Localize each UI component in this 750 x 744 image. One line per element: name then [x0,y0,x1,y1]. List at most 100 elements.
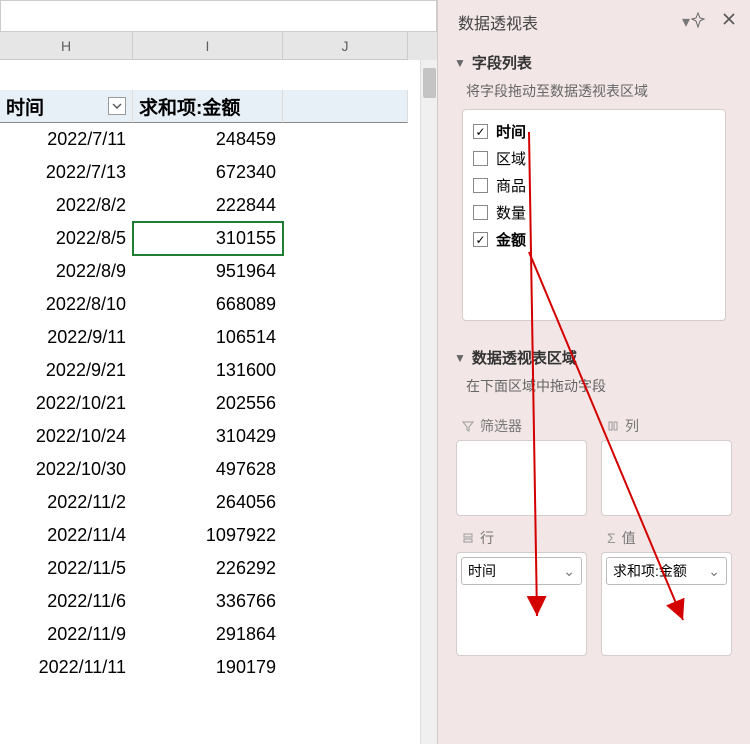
caret-down-icon: ▼ [454,56,466,70]
cell-value[interactable]: 106514 [133,321,283,354]
table-row[interactable]: 2022/11/2264056 [0,486,437,519]
value-chip[interactable]: 求和项:金额 ⌄ [606,557,727,585]
table-row[interactable]: 2022/10/24310429 [0,420,437,453]
panel-header: 数据透视表 ▾ [438,0,750,44]
checkbox-box[interactable]: ✓ [473,232,488,247]
cell-time[interactable]: 2022/9/11 [0,321,133,354]
cell-time[interactable]: 2022/10/24 [0,420,133,453]
cell-time[interactable]: 2022/10/21 [0,387,133,420]
field-checkbox[interactable]: ✓金额 [473,226,715,253]
checkbox-box[interactable] [473,151,488,166]
cell-time[interactable]: 2022/11/5 [0,552,133,585]
pivot-grid[interactable]: 时间 求和项:金额 2022/7/112484592022/7/13672340… [0,60,437,744]
cell-value[interactable]: 202556 [133,387,283,420]
cell-time[interactable]: 2022/9/21 [0,354,133,387]
table-row[interactable]: 2022/10/30497628 [0,453,437,486]
pivot-header-time[interactable]: 时间 [0,90,133,123]
table-row[interactable]: 2022/11/11190179 [0,651,437,684]
pivot-header-time-label: 时间 [6,93,44,120]
pivot-areas-section[interactable]: ▼ 数据透视表区域 [438,339,750,372]
field-checkbox[interactable]: ✓时间 [473,118,715,145]
col-header-i[interactable]: I [133,32,283,60]
table-row[interactable]: 2022/9/21131600 [0,354,437,387]
cell-value[interactable]: 672340 [133,156,283,189]
filter-dropdown-icon[interactable] [108,97,126,115]
cell-time[interactable]: 2022/8/10 [0,288,133,321]
checkbox-box[interactable]: ✓ [473,124,488,139]
table-row[interactable]: 2022/7/11248459 [0,123,437,156]
table-row[interactable]: 2022/11/5226292 [0,552,437,585]
table-row[interactable]: 2022/11/6336766 [0,585,437,618]
cell-value[interactable]: 190179 [133,651,283,684]
table-row[interactable]: 2022/9/11106514 [0,321,437,354]
column-headers: H I J [0,32,437,60]
cell-time[interactable]: 2022/11/2 [0,486,133,519]
col-header-h[interactable]: H [0,32,133,60]
field-checkbox[interactable]: 数量 [473,199,715,226]
cell-value[interactable]: 264056 [133,486,283,519]
chevron-down-icon[interactable]: ⌄ [708,563,720,580]
cell-value[interactable]: 222844 [133,189,283,222]
cell-value[interactable]: 248459 [133,123,283,156]
table-row[interactable]: 2022/7/13672340 [0,156,437,189]
checkbox-box[interactable] [473,205,488,220]
pivot-header-value-label: 求和项:金额 [139,93,240,120]
cell-value[interactable]: 497628 [133,453,283,486]
cell-time[interactable]: 2022/11/4 [0,519,133,552]
field-list-box[interactable]: ✓时间区域商品数量 ✓金额 [462,109,726,321]
table-row[interactable]: 2022/10/21202556 [0,387,437,420]
cell-time[interactable]: 2022/8/2 [0,189,133,222]
pivot-panel: 数据透视表 ▾ ▼ 字段列表 将字段拖动至数据透视表区域 ✓时间区域商品数量✓金… [437,0,750,744]
row-chip-label: 时间 [468,561,496,581]
caret-down-icon: ▼ [454,351,466,365]
cell-value[interactable]: 951964 [133,255,283,288]
table-row[interactable]: 2022/11/9291864 [0,618,437,651]
cell-value[interactable]: 310155 [133,222,283,255]
cell-value[interactable]: 336766 [133,585,283,618]
pivot-areas-hint: 在下面区域中拖动字段 [438,372,750,404]
col-header-j[interactable]: J [283,32,408,60]
value-chip-label: 求和项:金额 [613,561,687,581]
cell-value[interactable]: 131600 [133,354,283,387]
formula-bar[interactable] [0,0,437,32]
area-column-label: 列 [601,412,732,440]
table-row[interactable]: 2022/11/41097922 [0,519,437,552]
cell-time[interactable]: 2022/10/30 [0,453,133,486]
cell-time[interactable]: 2022/8/9 [0,255,133,288]
area-value-box[interactable]: 求和项:金额 ⌄ [601,552,732,656]
area-column-box[interactable] [601,440,732,516]
cell-time[interactable]: 2022/8/5 [0,222,133,255]
row-chip[interactable]: 时间 ⌄ [461,557,582,585]
area-row-box[interactable]: 时间 ⌄ [456,552,587,656]
cell-value[interactable]: 1097922 [133,519,283,552]
pivot-header-row: 时间 求和项:金额 [0,90,437,123]
field-label: 数量 [496,202,526,223]
chevron-down-icon[interactable]: ⌄ [563,563,575,580]
cell-time[interactable]: 2022/11/6 [0,585,133,618]
checkbox-box[interactable] [473,178,488,193]
spreadsheet-pane: H I J 时间 求和项:金额 2022/7/112484592022/7/13… [0,0,437,744]
table-row[interactable]: 2022/8/2222844 [0,189,437,222]
cell-time[interactable]: 2022/7/11 [0,123,133,156]
cell-time[interactable]: 2022/7/13 [0,156,133,189]
cell-value[interactable]: 310429 [133,420,283,453]
cell-time[interactable]: 2022/11/11 [0,651,133,684]
cell-value[interactable]: 668089 [133,288,283,321]
cell-value[interactable]: 291864 [133,618,283,651]
cell-value[interactable]: 226292 [133,552,283,585]
close-icon[interactable] [722,12,736,33]
chevron-down-icon[interactable]: ▾ [682,12,690,32]
pin-icon[interactable] [690,12,706,33]
table-row[interactable]: 2022/8/5310155 [0,222,437,255]
table-row[interactable]: 2022/8/10668089 [0,288,437,321]
field-checkbox[interactable]: 商品 [473,172,715,199]
vertical-scrollbar[interactable] [420,60,437,744]
field-checkbox[interactable]: 区域 [473,145,715,172]
table-row[interactable]: 2022/8/9951964 [0,255,437,288]
field-list-section[interactable]: ▼ 字段列表 [438,44,750,77]
column-icon [607,420,619,432]
cell-time[interactable]: 2022/11/9 [0,618,133,651]
field-list-hint: 将字段拖动至数据透视表区域 [438,77,750,109]
area-filter-box[interactable] [456,440,587,516]
scrollbar-thumb[interactable] [423,68,436,98]
